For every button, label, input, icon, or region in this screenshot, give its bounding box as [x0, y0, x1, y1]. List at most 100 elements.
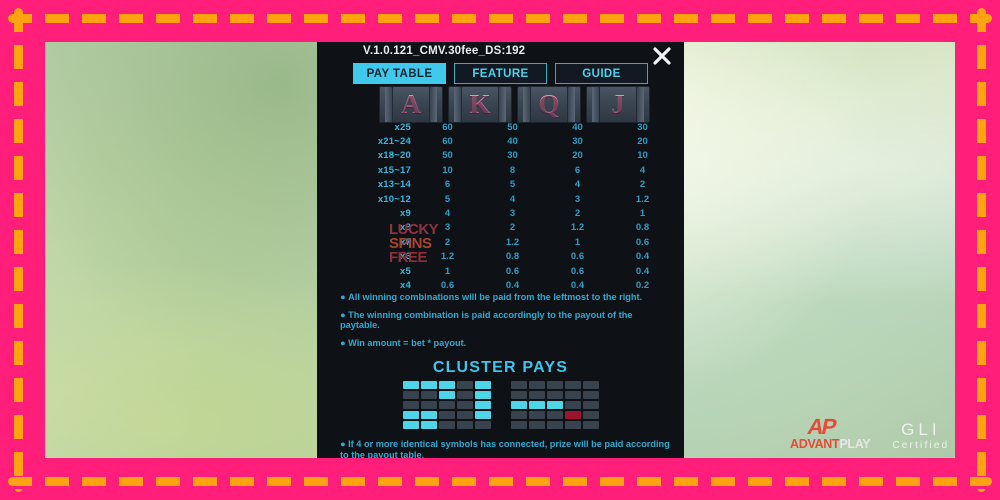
- paytable-value-k: 0.6: [505, 265, 520, 277]
- paytable-value-k: 5: [509, 179, 516, 191]
- cluster-left-cell: [402, 421, 419, 429]
- paytable-value-a: 0.6: [440, 279, 455, 291]
- cluster-pays-title: CLUSTER PAYS: [432, 359, 569, 376]
- paytable-multiplier: x8: [400, 222, 411, 234]
- rule-text: Win amount = bet * payout.: [348, 337, 467, 348]
- paytable-multiplier: x10~12: [377, 193, 411, 205]
- tab-feature[interactable]: FEATURE: [454, 63, 547, 84]
- paytable-value-j: 0.4: [635, 265, 650, 277]
- symbol-q-letter: Q: [538, 89, 560, 119]
- cluster-right-cell: [546, 411, 563, 419]
- paytable-value-j: 0.4: [635, 251, 650, 263]
- paytable-value-j: 4: [639, 164, 646, 176]
- paytable-row: x10~12 5 4 3 1.2: [325, 192, 676, 206]
- cluster-right-cell: [564, 411, 581, 419]
- paytable-value-q: 6: [574, 164, 581, 176]
- paytable-value-q: 3: [574, 193, 581, 205]
- cluster-right-cell: [582, 421, 599, 429]
- paytable-value-a: 6: [444, 179, 451, 191]
- cluster-grid-left: [402, 381, 491, 429]
- game-viewport: V.1.0.121_CMV.30fee_DS:192 PAY TABLE FEA…: [45, 42, 955, 458]
- advantplay-wordmark: ADVANTPLAY: [790, 438, 871, 451]
- paytable-value-q: 2: [574, 208, 581, 220]
- paytable-value-a: 4: [444, 208, 451, 220]
- paytable-value-k: 0.8: [505, 251, 520, 263]
- paytable-value-q: 0.6: [570, 265, 585, 277]
- paytable-value-q: 20: [572, 150, 583, 162]
- cluster-left-cell: [420, 401, 437, 409]
- cluster-left-cell: [420, 421, 437, 429]
- cluster-right-cell: [528, 411, 545, 419]
- tab-pay-table[interactable]: PAY TABLE: [353, 63, 446, 84]
- paytable-value-q: 1.2: [570, 222, 585, 234]
- cluster-right-cell: [564, 401, 581, 409]
- paytable-value-k: 8: [509, 164, 516, 176]
- symbol-j-letter: J: [611, 89, 625, 119]
- cluster-left-cell: [456, 401, 473, 409]
- paytable-row: x21~24 60 40 30 20: [325, 134, 676, 148]
- paytable-multiplier: x15~17: [377, 164, 411, 176]
- rule-item: ● All winning combinations will be paid …: [340, 292, 643, 302]
- cluster-right-cell: [564, 421, 581, 429]
- paytable-value-j: 0.8: [635, 222, 650, 234]
- frame-dash-right: [977, 8, 986, 492]
- symbol-tile-q: Q: [517, 86, 581, 123]
- cluster-left-cell: [456, 411, 473, 419]
- tab-guide[interactable]: GUIDE: [555, 63, 648, 84]
- paytable-row: x15~17 10 8 6 4: [325, 163, 676, 177]
- cluster-right-cell: [528, 381, 545, 389]
- paytable-multiplier: x6: [400, 251, 411, 263]
- paytable-value-q: 1: [574, 236, 581, 248]
- symbol-k-letter: K: [469, 89, 491, 119]
- cluster-right-cell: [564, 391, 581, 399]
- paytable-value-j: 20: [637, 136, 648, 148]
- rule-item: ● The winning combination is paid accord…: [340, 309, 633, 331]
- cluster-right-cell: [546, 401, 563, 409]
- cluster-right-cell: [564, 381, 581, 389]
- frame-dash-bottom: [8, 477, 992, 486]
- cluster-left-cell: [474, 381, 491, 389]
- cluster-right-cell: [528, 401, 545, 409]
- close-icon[interactable]: [650, 44, 674, 68]
- rule-item: ● Win amount = bet * payout.: [340, 337, 467, 348]
- paytable-value-q: 30: [572, 136, 583, 148]
- paytable-multiplier: x4: [400, 279, 411, 291]
- symbol-tile-j: J: [586, 86, 650, 123]
- paytable-value-j: 30: [637, 121, 648, 133]
- frame-dash-left: [14, 8, 23, 492]
- paytable-value-a: 60: [442, 136, 453, 148]
- paytable-value-k: 3: [509, 208, 516, 220]
- symbol-tile-a: A: [379, 86, 443, 123]
- paytable-multiplier: x18~20: [377, 150, 411, 162]
- cluster-left-cell: [438, 401, 455, 409]
- symbol-a-letter: A: [401, 89, 421, 119]
- advantplay-logo: AP ADVANTPLAY: [790, 414, 871, 451]
- paytable-value-j: 0.2: [635, 279, 650, 291]
- version-label: V.1.0.121_CMV.30fee_DS:192: [363, 45, 526, 57]
- paytable-value-k: 2: [509, 222, 516, 234]
- paytable-multiplier: x5: [400, 265, 411, 277]
- paytable-value-a: 60: [442, 121, 453, 133]
- cluster-left-cell: [438, 411, 455, 419]
- cluster-left-cell: [456, 391, 473, 399]
- cluster-right-cell: [546, 381, 563, 389]
- cluster-right-cell: [510, 411, 527, 419]
- paytable-row: x25 60 50 40 30: [325, 120, 676, 134]
- paytable-value-a: 5: [444, 193, 451, 205]
- paytable-value-a: 10: [442, 164, 453, 176]
- paytable-row: x13~14 6 5 4 2: [325, 178, 676, 192]
- paytable-multiplier: x25: [394, 121, 411, 133]
- cluster-examples: [317, 381, 684, 429]
- cluster-left-cell: [474, 391, 491, 399]
- rule-text: All winning combinations will be paid fr…: [348, 292, 643, 302]
- cluster-left-cell: [402, 401, 419, 409]
- paytable-value-a: 3: [444, 222, 451, 234]
- tab-bar: PAY TABLE FEATURE GUIDE: [353, 63, 648, 84]
- paytable-row: x5 1 0.6 0.6 0.4: [325, 264, 676, 278]
- paytable-value-k: 1.2: [505, 236, 520, 248]
- cluster-right-cell: [528, 421, 545, 429]
- paytable-row: x18~20 50 30 20 10: [325, 149, 676, 163]
- paytable-row: x4 0.6 0.4 0.4 0.2: [325, 278, 676, 292]
- paytable-value-a: 50: [442, 150, 453, 162]
- gli-certified-logo: GLI Certified: [892, 420, 949, 450]
